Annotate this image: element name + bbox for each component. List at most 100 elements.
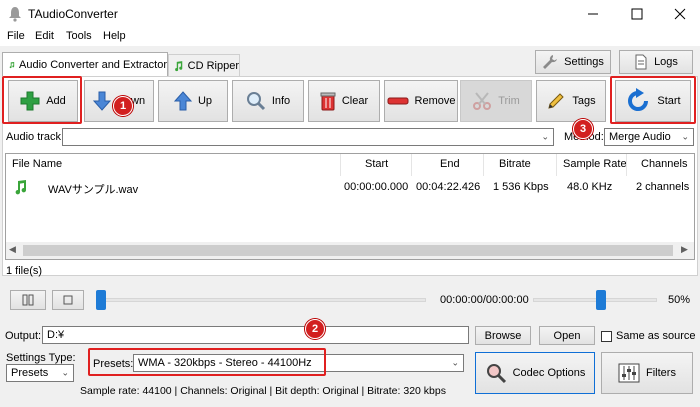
arrow-down-icon <box>92 91 111 111</box>
seek-track <box>96 298 426 302</box>
equalizer-icon <box>618 363 640 383</box>
minus-icon <box>387 97 409 105</box>
settings-type-combo[interactable]: Presets ⌄ <box>6 364 74 382</box>
tags-button[interactable]: Tags <box>536 80 606 122</box>
refresh-icon <box>628 88 649 111</box>
window-title: TAudioConverter <box>28 7 118 21</box>
table-row[interactable]: WAVサンプル.wav 00:00:00.000 00:04:22.426 1 … <box>6 176 694 198</box>
pencil-icon <box>548 93 565 109</box>
method-combo[interactable]: Merge Audio ⌄ <box>604 128 694 146</box>
audio-track-combo[interactable]: ⌄ <box>62 128 554 146</box>
title-bar: TAudioConverter <box>0 0 700 28</box>
row-bitrate: 1 536 Kbps <box>493 181 549 193</box>
audio-track-label: Audio track: <box>6 131 65 143</box>
open-label: Open <box>553 329 581 342</box>
logs-button[interactable]: Logs <box>619 50 693 74</box>
column-start[interactable]: Start <box>365 158 388 170</box>
tab-cd-ripper[interactable]: CD Ripper <box>168 54 240 76</box>
scroll-thumb[interactable] <box>23 245 673 256</box>
column-sample-rate[interactable]: Sample Rate <box>563 158 627 170</box>
annotation-badge-3: 3 <box>573 119 593 139</box>
start-button[interactable]: Start <box>615 80 691 122</box>
trim-button[interactable]: Trim <box>460 80 532 122</box>
same-as-source-checkbox[interactable]: Same as source <box>601 328 699 344</box>
status-line: Sample rate: 44100 | Channels: Original … <box>80 385 446 397</box>
presets-value: WMA - 320kbps - Stereo - 44100Hz <box>138 357 312 369</box>
row-file-name: WAVサンプル.wav <box>48 184 139 196</box>
open-button[interactable]: Open <box>539 326 595 345</box>
chevron-down-icon: ⌄ <box>61 367 69 378</box>
remove-button[interactable]: Remove <box>384 80 458 122</box>
menu-file[interactable]: File <box>7 30 25 42</box>
codec-options-button[interactable]: Codec Options <box>475 352 595 394</box>
pause-button[interactable] <box>10 290 46 310</box>
playback-time: 00:00:00/00:00:00 <box>440 294 529 306</box>
settings-button[interactable]: Settings <box>535 50 611 74</box>
music-note-icon <box>15 180 27 195</box>
menu-help[interactable]: Help <box>103 30 126 42</box>
scroll-right-icon[interactable]: ▶ <box>681 244 688 255</box>
plus-icon <box>20 91 40 111</box>
output-path-value: D:¥ <box>47 329 65 341</box>
settings-label: Settings <box>564 56 604 68</box>
column-end[interactable]: End <box>440 158 460 170</box>
column-bitrate[interactable]: Bitrate <box>499 158 531 170</box>
volume-slider[interactable] <box>533 290 657 310</box>
tab-audio-converter[interactable]: Audio Converter and Extractor <box>2 52 168 76</box>
tab-audio-converter-label: Audio Converter and Extractor <box>19 58 167 71</box>
music-note-icon <box>175 60 183 71</box>
file-count: 1 file(s) <box>6 265 43 277</box>
row-sample-rate: 48.0 KHz <box>567 181 613 193</box>
volume-percent: 50% <box>668 294 691 306</box>
checkbox-box[interactable] <box>601 330 612 342</box>
annotation-badge-1: 1 <box>113 96 133 116</box>
horizontal-scrollbar[interactable]: ◀ ▶ <box>6 242 694 259</box>
filters-label: Filters <box>646 367 676 379</box>
clear-button[interactable]: Clear <box>308 80 380 122</box>
scroll-left-icon[interactable]: ◀ <box>9 244 16 255</box>
minimize-button[interactable] <box>583 4 603 24</box>
tags-label: Tags <box>572 95 596 107</box>
file-table[interactable]: File Name Start End Bitrate Sample Rate … <box>5 153 695 260</box>
column-channels[interactable]: Channels <box>641 158 687 170</box>
up-label: Up <box>197 95 213 107</box>
same-as-source-label: Same as source <box>616 330 696 342</box>
codec-options-label: Codec Options <box>512 367 586 379</box>
up-button[interactable]: Up <box>158 80 228 122</box>
presets-combo[interactable]: WMA - 320kbps - Stereo - 44100Hz ⌄ <box>133 354 464 372</box>
browse-label: Browse <box>484 329 522 342</box>
trash-icon <box>320 92 336 111</box>
column-file-name[interactable]: File Name <box>12 158 62 170</box>
chevron-down-icon: ⌄ <box>451 357 459 368</box>
menu-tools[interactable]: Tools <box>66 30 92 42</box>
seek-thumb[interactable] <box>96 290 106 310</box>
scissors-icon <box>473 92 492 110</box>
close-button[interactable] <box>670 4 690 24</box>
menu-edit[interactable]: Edit <box>35 30 54 42</box>
clear-label: Clear <box>341 95 369 107</box>
filters-button[interactable]: Filters <box>601 352 693 394</box>
add-button[interactable]: Add <box>8 80 78 122</box>
row-end: 00:04:22.426 <box>416 181 481 193</box>
stop-button[interactable] <box>52 290 84 310</box>
table-header: File Name Start End Bitrate Sample Rate … <box>6 154 694 176</box>
browse-button[interactable]: Browse <box>475 326 531 345</box>
menu-bar: File Edit Tools Help <box>0 28 700 46</box>
row-start: 00:00:00.000 <box>344 181 409 193</box>
info-button[interactable]: Info <box>232 80 304 122</box>
logs-label: Logs <box>654 56 678 68</box>
seek-slider[interactable] <box>96 290 426 310</box>
volume-thumb[interactable] <box>596 290 606 310</box>
remove-label: Remove <box>414 95 456 107</box>
row-channels: 2 channels <box>636 181 690 193</box>
output-path-input[interactable]: D:¥ <box>42 326 469 344</box>
start-label: Start <box>657 95 681 107</box>
music-note-icon <box>9 61 15 68</box>
annotation-badge-2: 2 <box>305 319 325 339</box>
presets-label: Presets: <box>93 358 134 370</box>
settings-type-value: Presets <box>11 367 49 379</box>
settings-type-label: Settings Type: <box>6 352 76 364</box>
method-value: Merge Audio <box>609 131 671 143</box>
app-bell-icon <box>9 7 21 22</box>
maximize-button[interactable] <box>627 4 647 24</box>
